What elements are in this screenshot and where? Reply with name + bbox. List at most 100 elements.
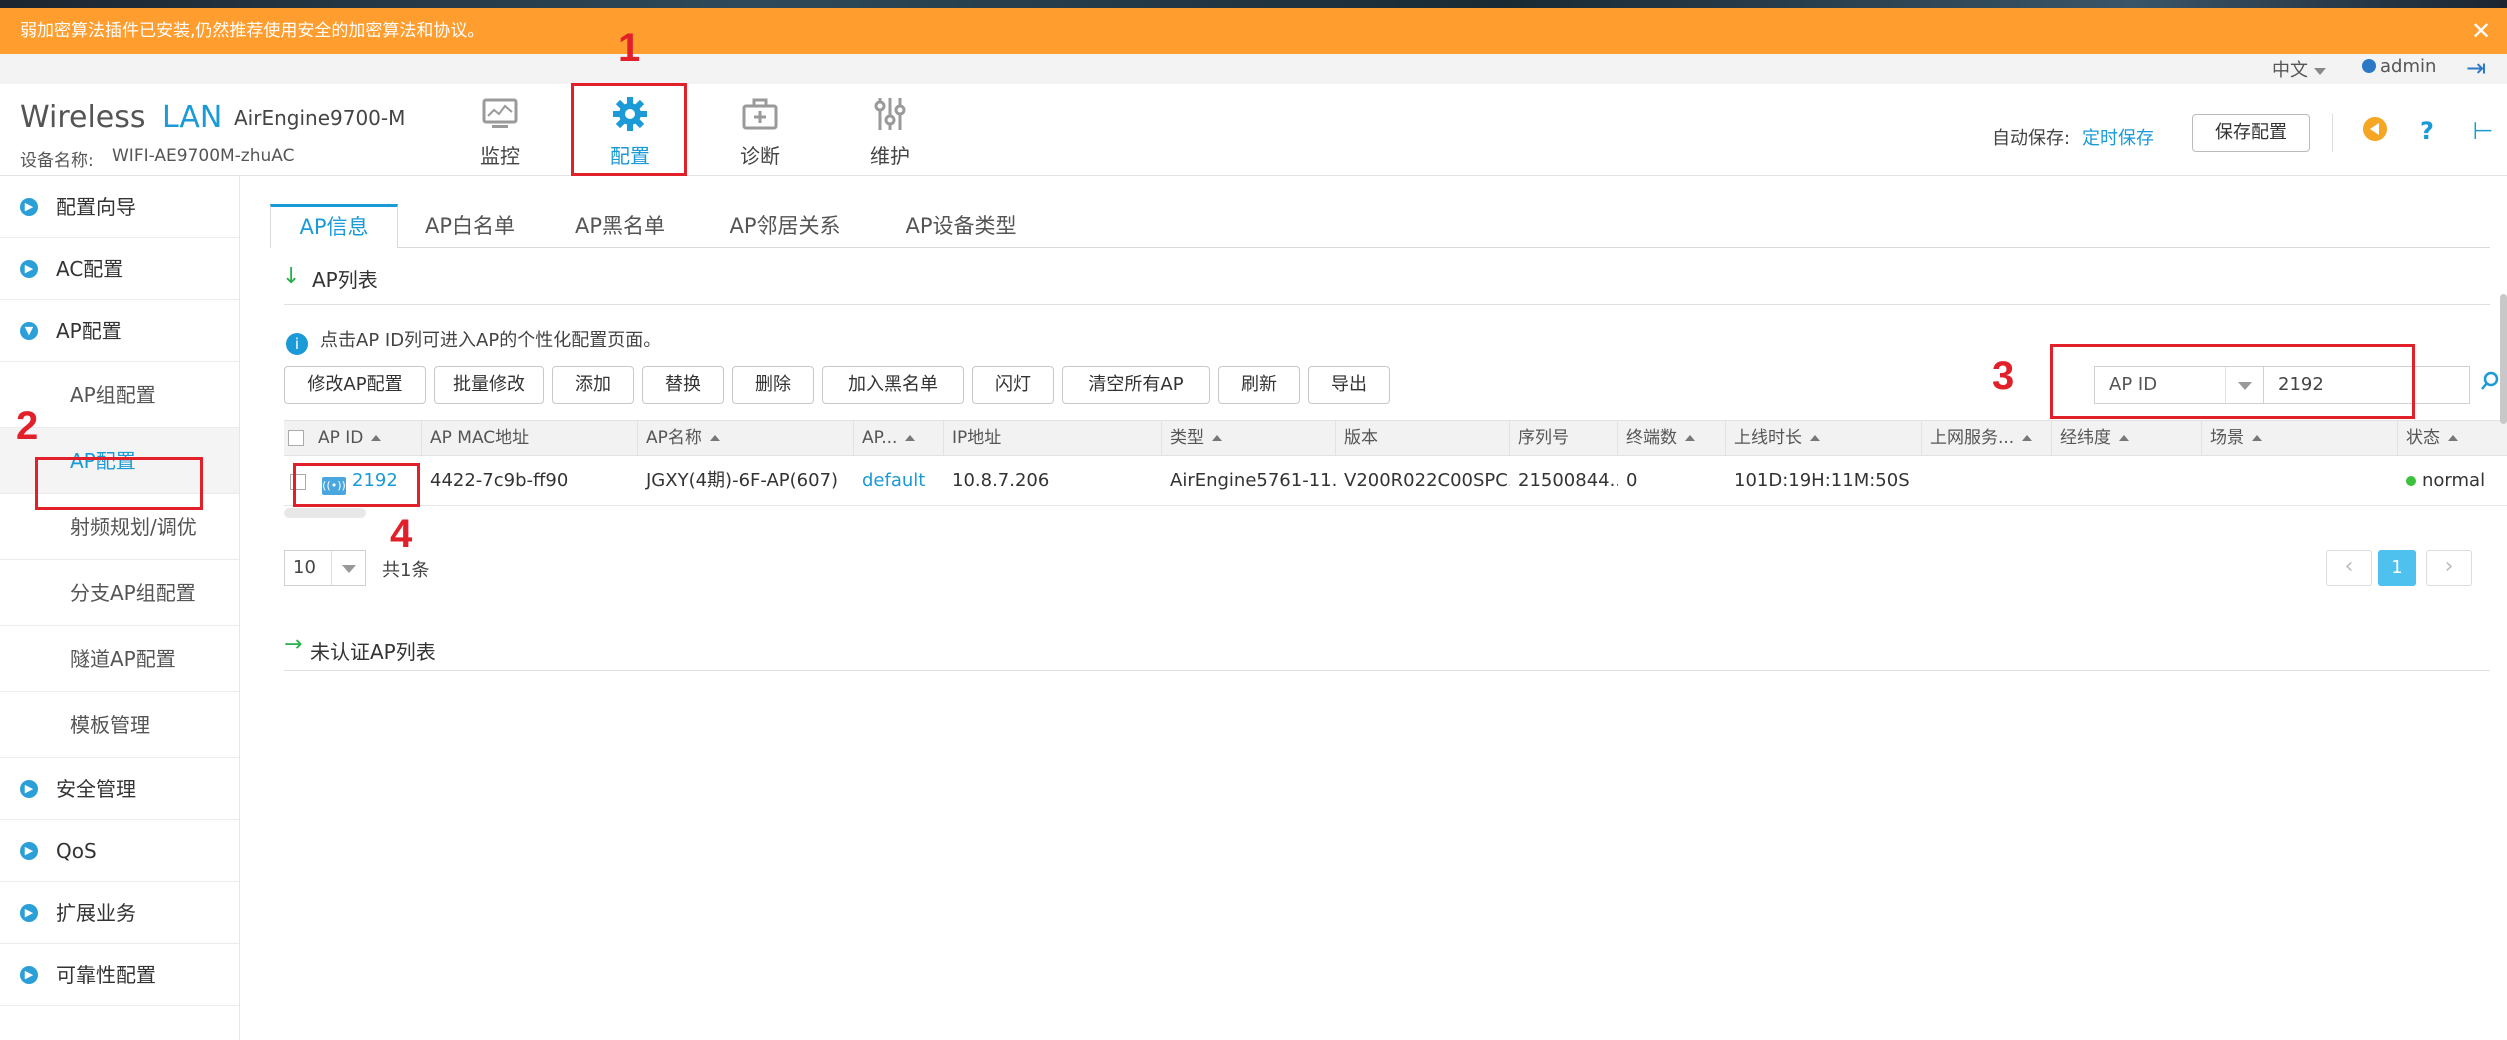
tab-ap-whitelist[interactable]: AP白名单 xyxy=(410,204,530,248)
sidebar-item-label: QoS xyxy=(56,839,97,863)
col-uptime[interactable]: 上线时长 xyxy=(1726,421,1922,457)
expand-icon: ▶ xyxy=(20,198,38,216)
col-label: IP地址 xyxy=(952,428,1002,448)
col-label: 版本 xyxy=(1344,428,1378,448)
save-config-button[interactable]: 保存配置 xyxy=(2192,114,2310,152)
col-label: AP名称 xyxy=(646,428,702,448)
col-ap-name[interactable]: AP名称 xyxy=(638,421,854,457)
cell-mac: 4422-7c9b-ff90 xyxy=(430,470,569,491)
col-ap-mac[interactable]: AP MAC地址 xyxy=(422,421,638,457)
section-divider xyxy=(284,670,2490,671)
section-arrow-icon: → xyxy=(284,632,303,657)
col-ap-id[interactable]: AP ID xyxy=(310,421,422,457)
replace-button[interactable]: 替换 xyxy=(642,366,724,404)
tab-ap-info[interactable]: AP信息 xyxy=(270,204,398,248)
warning-text: 弱加密算法插件已安装,仍然推荐使用安全的加密算法和协议。 xyxy=(20,21,485,41)
batch-modify-button[interactable]: 批量修改 xyxy=(434,366,544,404)
expand-icon: ▶ xyxy=(20,780,38,798)
blink-button[interactable]: 闪灯 xyxy=(972,366,1054,404)
sidebar-item-label: AP组配置 xyxy=(70,383,156,407)
nav-monitor-label: 监控 xyxy=(480,144,520,168)
cell-scene xyxy=(2202,456,2398,506)
col-version[interactable]: 版本 xyxy=(1336,421,1510,457)
sidebar-item-label: AP配置 xyxy=(56,319,122,343)
nav-maintain-label: 维护 xyxy=(870,144,910,168)
close-icon[interactable]: ✕ xyxy=(2469,16,2493,46)
tab-ap-device-type[interactable]: AP设备类型 xyxy=(886,204,1036,248)
col-service[interactable]: 上网服务... xyxy=(1922,421,2052,457)
next-page-button[interactable]: › xyxy=(2426,550,2472,586)
nav-maintain[interactable]: 维护 xyxy=(830,84,950,176)
sort-icon xyxy=(1685,435,1695,441)
expand-icon: ▶ xyxy=(20,260,38,278)
device-model: AirEngine9700-M xyxy=(234,106,406,130)
page-number-button[interactable]: 1 xyxy=(2378,550,2416,586)
exit-icon[interactable]: ⊢ xyxy=(2468,116,2498,146)
col-scene[interactable]: 场景 xyxy=(2202,421,2398,457)
sidebar-item-reliability[interactable]: ▶ 可靠性配置 xyxy=(0,944,239,1006)
sidebar-item-qos[interactable]: ▶ QoS xyxy=(0,820,239,882)
header-divider xyxy=(2332,114,2333,152)
add-button[interactable]: 添加 xyxy=(552,366,634,404)
sidebar-item-ap-config[interactable]: ▼ AP配置 xyxy=(0,300,239,362)
sidebar: ▶ 配置向导 ▶ AC配置 ▼ AP配置 AP组配置 AP配置 射频规划/调优 分支A… xyxy=(0,176,240,1040)
sidebar-item-extended[interactable]: ▶ 扩展业务 xyxy=(0,882,239,944)
group-link[interactable]: default xyxy=(862,470,925,491)
cell-group: default xyxy=(854,456,944,506)
col-status[interactable]: 状态 xyxy=(2398,421,2498,457)
horizontal-scrollbar[interactable] xyxy=(284,508,366,518)
cell-latlon xyxy=(2052,456,2202,506)
sidebar-item-ac-config[interactable]: ▶ AC配置 xyxy=(0,238,239,300)
vertical-scrollbar[interactable] xyxy=(2500,294,2507,424)
sidebar-item-label: 安全管理 xyxy=(56,777,136,801)
add-blacklist-button[interactable]: 加入黑名单 xyxy=(822,366,964,404)
sidebar-item-security[interactable]: ▶ 安全管理 xyxy=(0,758,239,820)
col-ip[interactable]: IP地址 xyxy=(944,421,1162,457)
cell-uptime: 101D:19H:11M:50S xyxy=(1734,470,1910,491)
col-label: AP MAC地址 xyxy=(430,428,530,448)
alarm-icon[interactable] xyxy=(2360,116,2390,146)
user-menu[interactable]: admin xyxy=(2362,56,2436,77)
collapse-icon: ▼ xyxy=(20,322,38,340)
col-type[interactable]: 类型 xyxy=(1162,421,1336,457)
col-serial[interactable]: 序列号 xyxy=(1510,421,1618,457)
help-icon[interactable]: ? xyxy=(2412,116,2442,146)
nav-diagnose[interactable]: 诊断 xyxy=(700,84,820,176)
sidebar-sub-branch-ap-group[interactable]: 分支AP组配置 xyxy=(0,560,239,626)
modify-ap-button[interactable]: 修改AP配置 xyxy=(284,366,426,404)
clear-all-ap-button[interactable]: 清空所有AP xyxy=(1062,366,1210,404)
col-label: 场景 xyxy=(2210,428,2244,448)
select-all-checkbox[interactable] xyxy=(288,430,304,446)
sort-icon xyxy=(1810,435,1820,441)
sidebar-item-label: 可靠性配置 xyxy=(56,963,156,987)
logout-icon[interactable]: ⇥ xyxy=(2466,54,2486,82)
delete-button[interactable]: 删除 xyxy=(732,366,814,404)
refresh-button[interactable]: 刷新 xyxy=(1218,366,1300,404)
sort-icon xyxy=(2448,435,2458,441)
col-ap-group[interactable]: AP... xyxy=(854,421,944,457)
language-select[interactable]: 中文 xyxy=(2272,56,2326,82)
nav-monitor[interactable]: 监控 xyxy=(440,84,560,176)
sidebar-sub-tunnel-ap[interactable]: 隧道AP配置 xyxy=(0,626,239,692)
col-latlon[interactable]: 经纬度 xyxy=(2052,421,2202,457)
autosave-link[interactable]: 定时保存 xyxy=(2082,124,2154,150)
tab-ap-blacklist[interactable]: AP黑名单 xyxy=(560,204,680,248)
tab-ap-neighbor[interactable]: AP邻居关系 xyxy=(710,204,860,248)
unauth-ap-list-title: 未认证AP列表 xyxy=(310,640,436,664)
annotation-number-3: 3 xyxy=(1992,354,2015,398)
sidebar-item-wizard[interactable]: ▶ 配置向导 xyxy=(0,176,239,238)
col-clients[interactable]: 终端数 xyxy=(1618,421,1726,457)
col-label: 上线时长 xyxy=(1734,428,1802,448)
user-icon xyxy=(2362,59,2376,73)
chevron-down-icon xyxy=(2314,67,2326,75)
chevron-down-icon xyxy=(331,551,365,585)
desktop-background-strip xyxy=(0,0,2507,8)
total-count: 共1条 xyxy=(382,560,430,581)
prev-page-button[interactable]: ‹ xyxy=(2326,550,2372,586)
sidebar-sub-template[interactable]: 模板管理 xyxy=(0,692,239,758)
export-button[interactable]: 导出 xyxy=(1308,366,1390,404)
cell-type: AirEngine5761-11... xyxy=(1170,470,1336,491)
table-header: AP ID AP MAC地址 AP名称 AP... IP地址 类型 版本 序列号… xyxy=(284,420,2507,457)
user-bar: 中文 admin ⇥ xyxy=(0,54,2507,84)
page-size-select[interactable]: 10 xyxy=(284,550,366,586)
